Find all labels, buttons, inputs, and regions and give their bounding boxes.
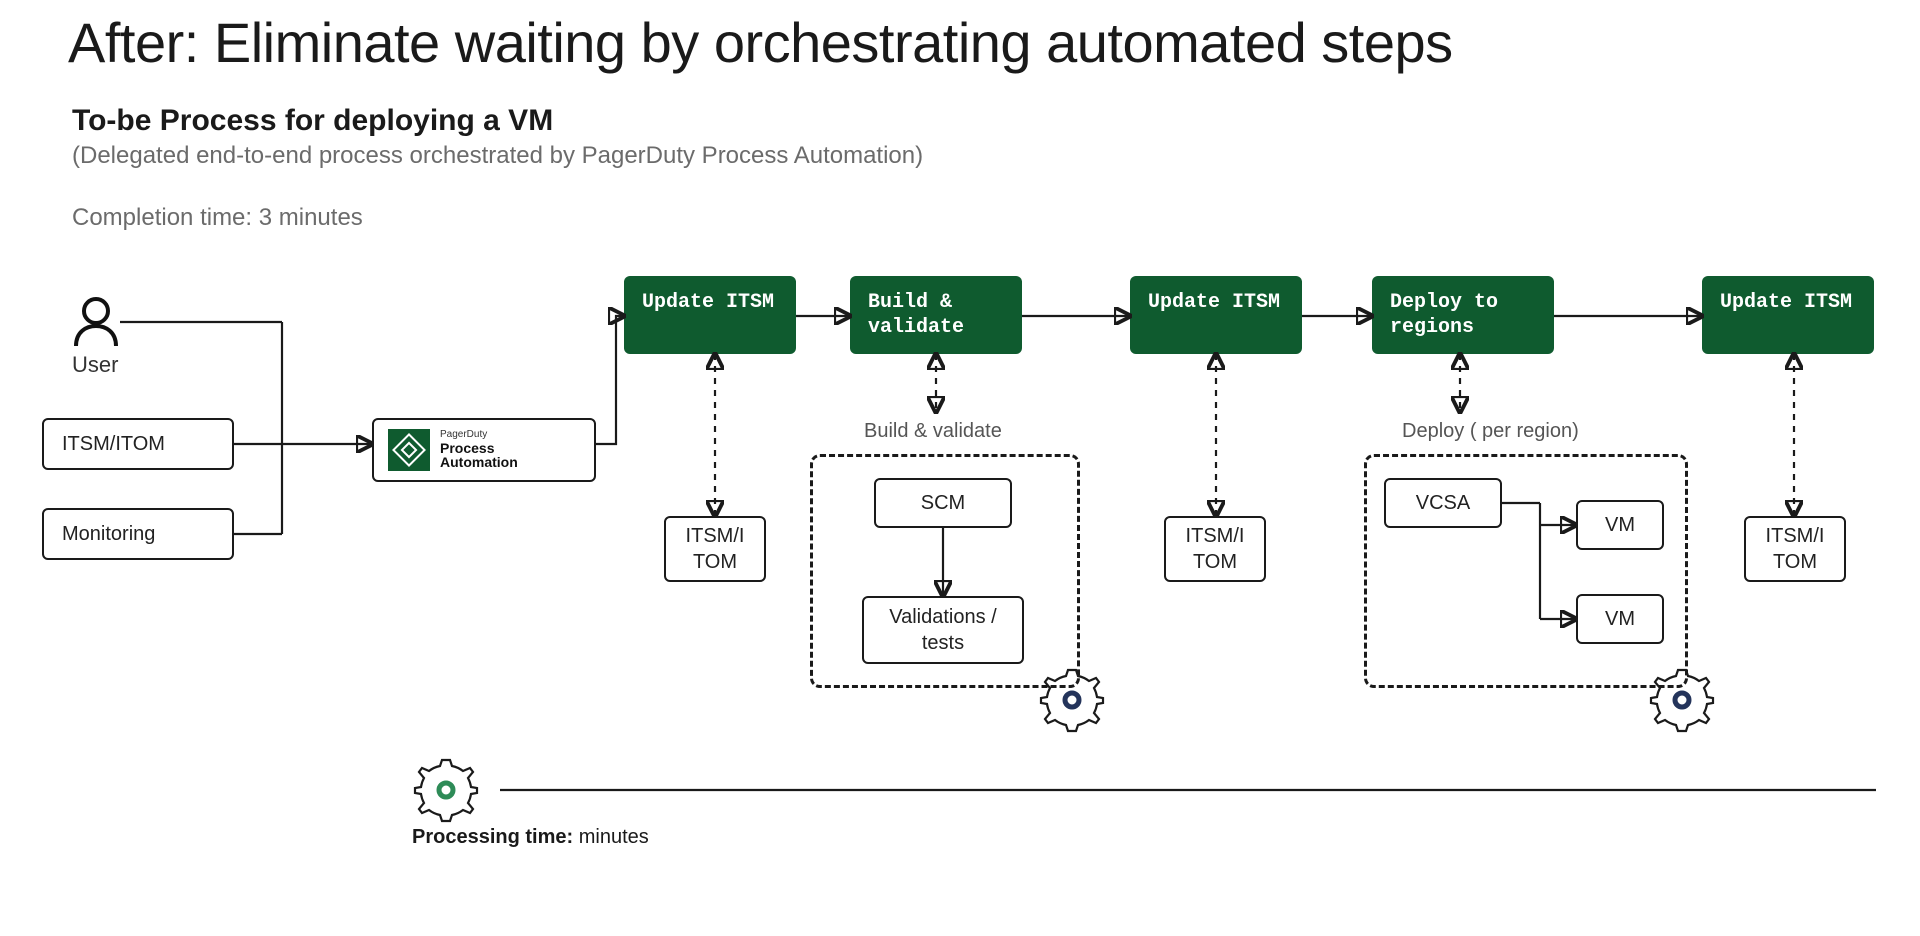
step-1-update-itsm: Update ITSM	[624, 276, 796, 354]
detail-itsm-1: ITSM/I TOM	[664, 516, 766, 582]
user-label: User	[72, 352, 118, 378]
box-itsm-itom: ITSM/ITOM	[42, 418, 234, 470]
box-validations: Validations / tests	[862, 596, 1024, 664]
box-vm-2: VM	[1576, 594, 1664, 644]
page-title: After: Eliminate waiting by orchestratin…	[68, 10, 1453, 75]
step-5-update-itsm: Update ITSM	[1702, 276, 1874, 354]
subtitle-paren: (Delegated end-to-end process orchestrat…	[72, 142, 923, 170]
gear-icon	[1660, 680, 1704, 724]
step-2-build-validate: Build & validate	[850, 276, 1022, 354]
box-vm-1: VM	[1576, 500, 1664, 550]
gear-icon	[424, 768, 468, 812]
diagram-stage: After: Eliminate waiting by orchestratin…	[0, 0, 1920, 936]
processing-time-value: minutes	[573, 826, 649, 848]
pd-line1: Process	[440, 441, 518, 456]
detail-itsm-2: ITSM/I TOM	[1164, 516, 1266, 582]
gear-icon	[1050, 680, 1094, 724]
group-title-deploy: Deploy ( per region)	[1402, 420, 1579, 443]
processing-time-key: Processing time:	[412, 826, 573, 848]
subtitle-bold: To-be Process for deploying a VM	[72, 104, 553, 138]
completion-time: Completion time: 3 minutes	[72, 204, 363, 232]
user-icon	[72, 296, 120, 348]
group-title-build: Build & validate	[864, 420, 1002, 443]
box-monitoring: Monitoring	[42, 508, 234, 560]
pagerduty-logo-icon	[388, 429, 430, 471]
pd-brand-small: PagerDuty	[440, 430, 518, 441]
box-scm: SCM	[874, 478, 1012, 528]
step-4-deploy: Deploy to regions	[1372, 276, 1554, 354]
box-vcsa: VCSA	[1384, 478, 1502, 528]
processing-time-label: Processing time: minutes	[412, 826, 649, 849]
step-3-update-itsm: Update ITSM	[1130, 276, 1302, 354]
detail-itsm-3: ITSM/I TOM	[1744, 516, 1846, 582]
process-automation-node: PagerDuty Process Automation	[372, 418, 596, 482]
pd-line2: Automation	[440, 455, 518, 470]
